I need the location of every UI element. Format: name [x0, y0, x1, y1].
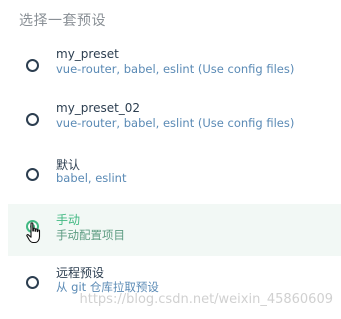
preset-option-my-preset-02[interactable]: my_preset_02 vue-router, babel, eslint (… [8, 97, 341, 145]
radio-button[interactable] [26, 113, 39, 126]
preset-option-manual[interactable]: 手动 手动配置项目 [8, 204, 341, 256]
preset-name: my_preset_02 [56, 101, 141, 115]
preset-name: my_preset [56, 47, 119, 61]
preset-option-default[interactable]: 默认 babel, eslint [8, 152, 341, 200]
radio-button[interactable] [26, 168, 39, 181]
preset-description: babel, eslint [56, 171, 127, 185]
radio-button[interactable] [26, 59, 39, 72]
section-heading: 选择一套预设 [19, 13, 106, 29]
preset-description: vue-router, babel, eslint (Use config fi… [56, 62, 295, 76]
preset-selection-panel: 选择一套预设 my_preset vue-router, babel, esli… [0, 0, 341, 319]
preset-name: 手动 [56, 213, 81, 227]
hand-pointer-icon [26, 222, 41, 244]
preset-description: vue-router, babel, eslint (Use config fi… [56, 116, 295, 130]
radio-button[interactable] [26, 276, 39, 289]
watermark-text: https://blog.csdn.net/weixin_45860609 [79, 292, 333, 307]
preset-option-my-preset[interactable]: my_preset vue-router, babel, eslint (Use… [8, 43, 341, 91]
preset-description: 手动配置项目 [56, 228, 125, 242]
